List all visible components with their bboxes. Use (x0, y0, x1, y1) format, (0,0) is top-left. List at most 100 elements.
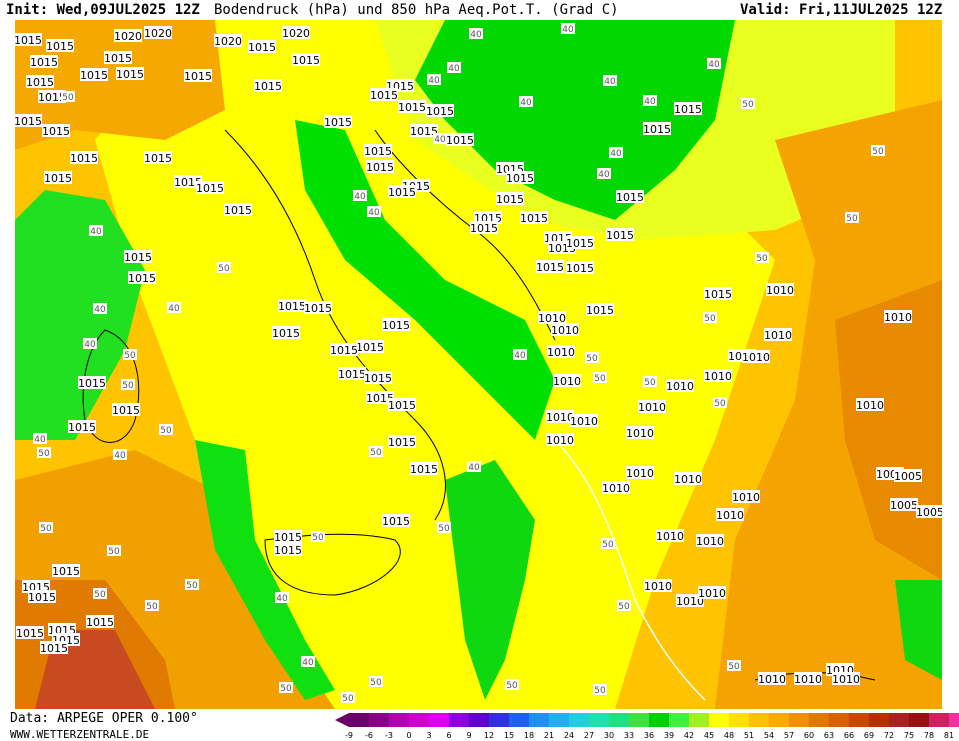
isotherm-label: 50 (593, 684, 607, 696)
isotherm-label-text: 50 (594, 686, 606, 696)
isotherm-label: 50 (145, 600, 159, 612)
pressure-label-text: 1015 (704, 288, 732, 301)
pressure-label: 1015 (224, 203, 252, 217)
pressure-label: 1015 (116, 67, 144, 81)
pressure-label-text: 1020 (114, 30, 142, 43)
isotherm-label-text: 40 (428, 76, 440, 86)
isotherm-label-text: 40 (34, 435, 46, 445)
pressure-label: 1010 (758, 672, 786, 686)
pressure-label-text: 1015 (606, 229, 634, 242)
pressure-label-text: 1015 (506, 172, 534, 185)
isotherm-label: 50 (601, 538, 615, 550)
pressure-label-text: 1015 (104, 52, 132, 65)
isotherm-label: 40 (275, 592, 289, 604)
isotherm-label: 50 (217, 262, 231, 274)
legend-tick: 69 (863, 731, 875, 740)
isotherm-label: 40 (89, 225, 103, 237)
legend-tick: 18 (523, 731, 535, 740)
pressure-label-text: 1015 (520, 212, 548, 225)
legend-swatch (609, 713, 629, 727)
legend-swatch (349, 713, 369, 727)
isotherm-label-text: 40 (168, 304, 180, 314)
pressure-label: 1015 (382, 514, 410, 528)
isotherm-label: 40 (469, 28, 483, 40)
isotherm-label-text: 50 (40, 524, 52, 534)
pressure-label: 1015 (254, 79, 282, 93)
pressure-label: 1015 (274, 543, 302, 557)
pressure-label-text: 1015 (338, 368, 366, 381)
isotherm-label-text: 40 (604, 77, 616, 87)
pressure-label-text: 1015 (86, 616, 114, 629)
legend-swatch (529, 713, 549, 727)
pressure-label: 1020 (214, 34, 242, 48)
pressure-label: 1010 (704, 369, 732, 383)
pressure-label: 1010 (732, 490, 760, 504)
pressure-label-text: 1015 (224, 204, 252, 217)
pressure-label: 1015 (382, 318, 410, 332)
isotherm-label: 40 (93, 303, 107, 315)
isotherm-label-text: 40 (94, 305, 106, 315)
pressure-label-text: 1015 (184, 70, 212, 83)
legend-tick: 75 (903, 731, 915, 740)
legend-swatch (369, 713, 389, 727)
pressure-label-text: 1015 (382, 319, 410, 332)
legend-tick: 12 (483, 731, 495, 740)
pressure-label: 1015 (86, 615, 114, 629)
pressure-label-text: 1015 (16, 627, 44, 640)
pressure-label: 1015 (68, 420, 96, 434)
legend-tick: 3 (426, 731, 432, 740)
pressure-label-text: 1015 (426, 105, 454, 118)
pressure-label: 1015 (184, 69, 212, 83)
pressure-label: 1010 (832, 672, 860, 686)
pressure-label: 1010 (674, 472, 702, 486)
pressure-label: 1015 (616, 190, 644, 204)
legend-swatch (689, 713, 709, 727)
pressure-label: 1010 (626, 426, 654, 440)
isotherm-label-text: 50 (370, 678, 382, 688)
pressure-label-text: 1015 (536, 261, 564, 274)
pressure-label-text: 1015 (30, 56, 58, 69)
legend-swatch (449, 713, 469, 727)
legend-tick: 21 (543, 731, 555, 740)
pressure-label-text: 1005 (890, 499, 918, 512)
legend-tick: 45 (703, 731, 715, 740)
isotherm-label: 40 (561, 23, 575, 35)
pressure-label-text: 1010 (764, 329, 792, 342)
pressure-label-text: 1015 (46, 40, 74, 53)
isotherm-label-text: 50 (62, 93, 74, 103)
pressure-label-text: 1015 (248, 41, 276, 54)
pressure-label-text: 1010 (696, 535, 724, 548)
isotherm-label-text: 50 (280, 684, 292, 694)
pressure-label: 1010 (766, 283, 794, 297)
pressure-label-text: 1015 (112, 404, 140, 417)
pressure-label: 1015 (506, 171, 534, 185)
pressure-label-text: 1015 (78, 377, 106, 390)
isotherm-label: 40 (513, 349, 527, 361)
isotherm-label-text: 40 (354, 192, 366, 202)
pressure-label-text: 1020 (214, 35, 242, 48)
pressure-label-text: 1015 (40, 642, 68, 655)
pressure-label: 1010 (698, 586, 726, 600)
legend-swatch (389, 713, 409, 727)
legend-tick: 63 (823, 731, 835, 740)
pressure-label-text: 1015 (382, 515, 410, 528)
isotherm-label: 50 (159, 424, 173, 436)
isotherm-label: 40 (33, 433, 47, 445)
isotherm-label-text: 50 (704, 314, 716, 324)
pressure-label-text: 1010 (570, 415, 598, 428)
pressure-label-text: 1010 (698, 587, 726, 600)
pressure-label-text: 1010 (602, 482, 630, 495)
isotherm-label: 50 (703, 312, 717, 324)
pressure-label-text: 1015 (28, 591, 56, 604)
isotherm-label-text: 50 (728, 662, 740, 672)
legend-tick: 15 (503, 731, 515, 740)
pressure-label-text: 1010 (666, 380, 694, 393)
isotherm-label: 40 (609, 147, 623, 159)
pressure-label: 1010 (547, 345, 575, 359)
legend-swatch (809, 713, 829, 727)
legend-swatch (589, 713, 609, 727)
isotherm-label: 40 (467, 461, 481, 473)
pressure-label-text: 1015 (470, 222, 498, 235)
isotherm-label: 50 (61, 91, 75, 103)
legend-tick: 57 (783, 731, 795, 740)
